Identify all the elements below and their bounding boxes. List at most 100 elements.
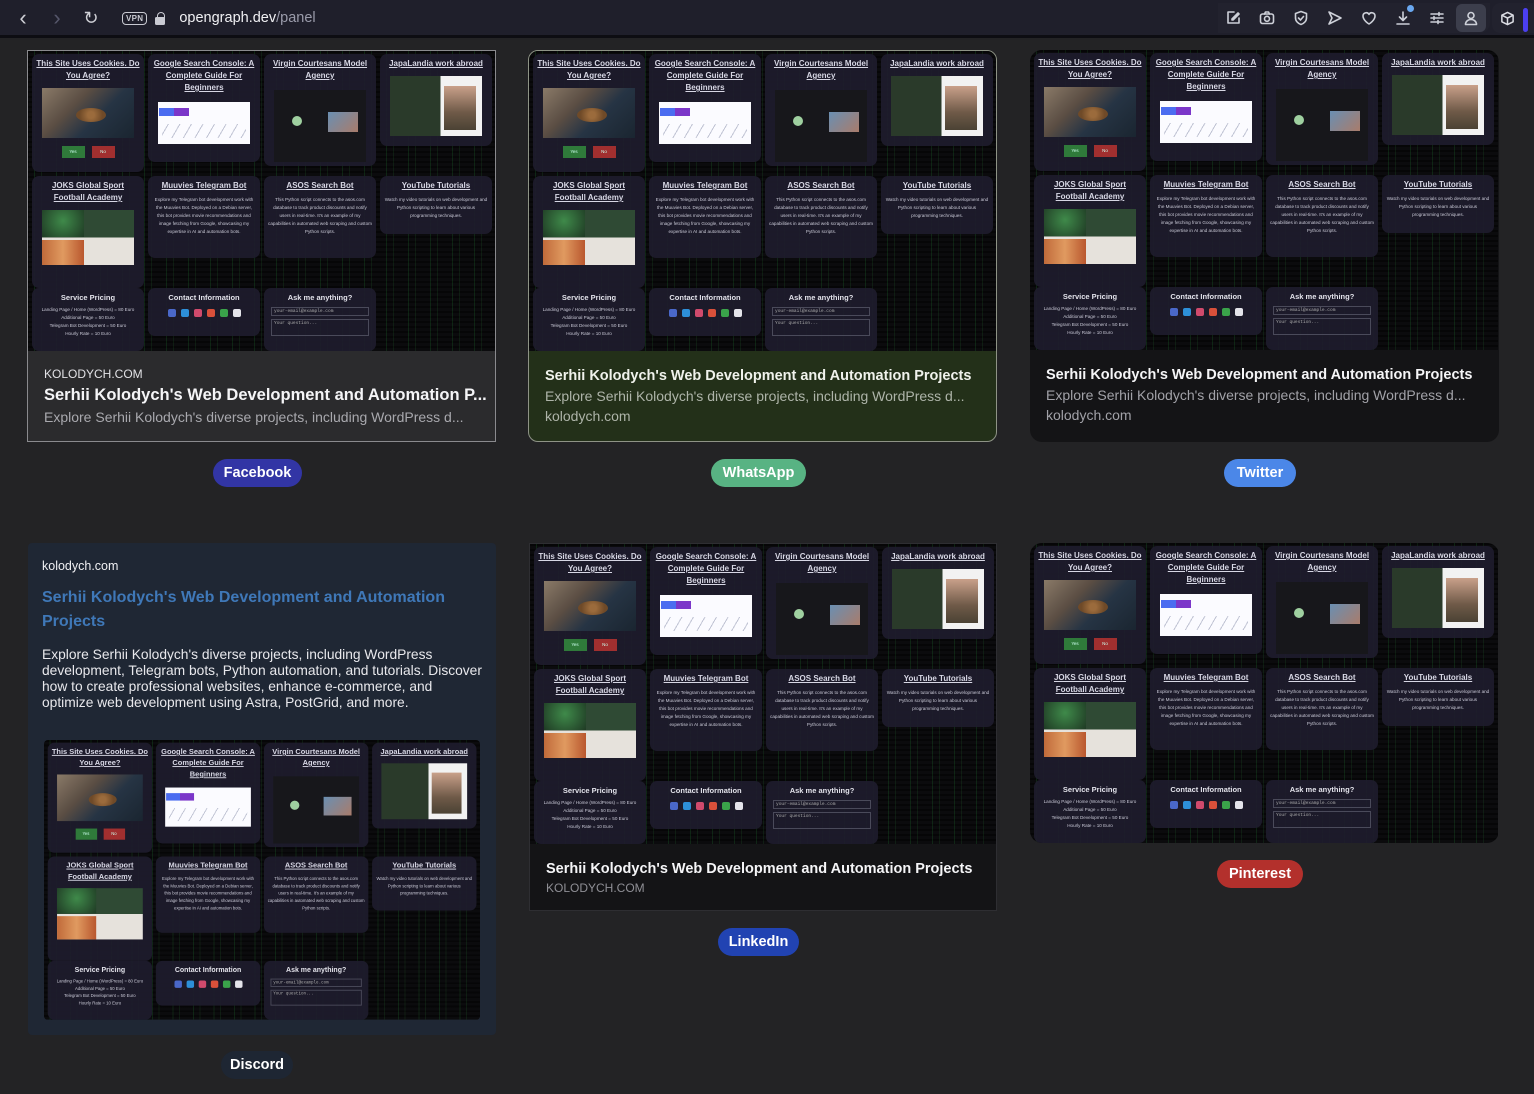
tile-title: ASOS Search Bot	[1288, 180, 1356, 189]
forward-button[interactable]: ›	[40, 3, 74, 33]
tile-title: Muuvies Telegram Bot	[1163, 180, 1249, 189]
tile-title: YouTube Tutorials	[401, 181, 471, 190]
preview-image: This Site Uses Cookies. Do You Agree? Yes…	[28, 51, 495, 351]
site-tile: YouTube Tutorials Watch my video tutorial…	[372, 856, 477, 911]
tile-heading: Contact Information	[669, 293, 741, 302]
instagram-icon	[198, 980, 206, 988]
tile-heading: Service Pricing	[1062, 785, 1118, 794]
discord-preview-card[interactable]: kolodych.com Serhii Kolodych's Web Devel…	[28, 543, 496, 1035]
tile-title: JapaLandia work abroad	[380, 747, 468, 756]
no-button: No	[593, 639, 617, 651]
tile-title: Muuvies Telegram Bot	[662, 181, 748, 190]
browser-toolbar: ‹ › ↻ VPN opengraph.dev/panel	[0, 0, 1534, 38]
facebook-icon	[669, 802, 678, 810]
email-field: your-email@example.com	[772, 307, 870, 316]
site-tile: Service Pricing Landing Page / Home (Word…	[533, 288, 645, 351]
site-tile: Muuvies Telegram Bot Explore my Telegram …	[148, 176, 260, 258]
tile-title: YouTube Tutorials	[902, 181, 972, 190]
site-tile: ASOS Search Bot This Python script connec…	[1266, 668, 1378, 750]
send-button[interactable]	[1320, 4, 1350, 32]
no-button: No	[592, 146, 616, 158]
tile-title: YouTube Tutorials	[392, 861, 457, 870]
vpn-badge[interactable]: VPN	[122, 11, 148, 25]
tile-title: ASOS Search Bot	[284, 861, 348, 870]
settings-button[interactable]	[1422, 4, 1452, 32]
agency-site-image	[274, 90, 366, 162]
facebook-preview-card[interactable]: This Site Uses Cookies. Do You Agree? Yes…	[27, 50, 496, 442]
instagram-icon	[694, 309, 703, 317]
tile-heading: Ask me anything?	[1289, 785, 1355, 794]
tile-title: Virgin Courtesans Model Agency	[773, 59, 869, 80]
gsc-chart-image	[158, 102, 250, 144]
tile-description: Watch my video tutorials on web developm…	[384, 197, 488, 218]
tile-title: Muuvies Telegram Bot	[161, 181, 247, 190]
tile-heading: Service Pricing	[74, 965, 126, 974]
tile-title: Google Search Console: A Complete Guide …	[1155, 551, 1257, 584]
whatsapp-preview-card[interactable]: This Site Uses Cookies. Do You Agree? Yes…	[528, 50, 997, 442]
tile-title: This Site Uses Cookies. Do You Agree?	[1038, 551, 1142, 572]
edit-icon	[1227, 11, 1240, 24]
yes-button: Yes	[562, 146, 586, 158]
site-tile: This Site Uses Cookies. Do You Agree? Yes…	[533, 54, 645, 172]
tile-heading: Ask me anything?	[1289, 292, 1355, 301]
email-icon	[733, 309, 742, 317]
youtube-icon	[210, 980, 218, 988]
reload-button[interactable]: ↻	[74, 3, 108, 33]
agency-site-image	[775, 90, 867, 162]
address-bar[interactable]: opengraph.dev/panel	[179, 10, 315, 26]
profile-button[interactable]	[1456, 4, 1486, 32]
site-tile: JOKS Global Sport Football Academy	[47, 856, 153, 961]
back-button[interactable]: ‹	[6, 3, 40, 33]
site-tile: Service Pricing Landing Page / Home (Word…	[47, 960, 153, 1020]
preview-image: This Site Uses Cookies. Do You Agree? Yes…	[1030, 50, 1498, 350]
extensions-button[interactable]	[1492, 3, 1534, 33]
site-tile: This Site Uses Cookies. Do You Agree? Yes…	[47, 742, 153, 853]
linkedin-button[interactable]: LinkedIn	[718, 928, 799, 956]
facebook-button[interactable]: Facebook	[213, 459, 302, 487]
download-notification-dot	[1407, 5, 1414, 12]
no-button: No	[1093, 638, 1117, 650]
question-field: Your question...	[772, 319, 870, 336]
og-title[interactable]: Serhii Kolodych's Web Development and Au…	[42, 586, 462, 634]
og-domain: kolodych.com	[1046, 407, 1132, 423]
favorites-button[interactable]	[1354, 4, 1384, 32]
agency-site-image	[273, 776, 360, 844]
whatsapp-icon	[1221, 308, 1230, 316]
pricing-list: Landing Page / Home (WordPress) = 80 Eur…	[1043, 799, 1137, 828]
tile-title: Muuvies Telegram Bot	[168, 861, 248, 870]
tile-title: Virgin Courtesans Model Agency	[774, 552, 870, 573]
yes-button: Yes	[1063, 638, 1087, 650]
email-field: your-email@example.com	[1273, 306, 1371, 315]
downloads-button[interactable]	[1388, 4, 1418, 32]
site-tile: YouTube Tutorials Watch my video tutorial…	[380, 176, 492, 234]
pricing-list: Landing Page / Home (WordPress) = 80 Eur…	[1043, 306, 1137, 335]
edit-button[interactable]	[1218, 4, 1248, 32]
telegram-icon	[1182, 308, 1191, 316]
twitter-preview-card[interactable]: This Site Uses Cookies. Do You Agree? Yes…	[1030, 50, 1499, 442]
pinterest-button[interactable]: Pinterest	[1217, 860, 1303, 888]
twitter-button[interactable]: Twitter	[1224, 459, 1296, 487]
japalandia-image	[891, 76, 983, 136]
sidebar-indicator	[1523, 8, 1528, 32]
forward-icon: ›	[53, 5, 61, 30]
agency-site-image	[1276, 582, 1368, 654]
site-tile: ASOS Search Bot This Python script connec…	[765, 176, 877, 258]
email-icon	[734, 802, 743, 810]
site-tile: Service Pricing Landing Page / Home (Word…	[534, 781, 646, 844]
site-tile: YouTube Tutorials Watch my video tutorial…	[882, 669, 994, 727]
site-tile: JOKS Global Sport Football Academy	[1034, 668, 1146, 780]
og-description: Explore Serhii Kolodych's diverse projec…	[42, 647, 482, 710]
tile-heading: Service Pricing	[60, 293, 116, 302]
screenshot-button[interactable]	[1252, 4, 1282, 32]
site-tile: Google Search Console: A Complete Guide …	[155, 742, 261, 844]
no-button: No	[103, 828, 125, 840]
whatsapp-button[interactable]: WhatsApp	[711, 459, 806, 487]
shield-button[interactable]	[1286, 4, 1316, 32]
site-tile: Virgin Courtesans Model Agency	[263, 742, 369, 848]
og-description: Explore Serhii Kolodych's diverse projec…	[1046, 387, 1466, 403]
discord-button[interactable]: Discord	[221, 1051, 293, 1079]
gsc-chart-image	[660, 595, 752, 637]
linkedin-preview-card[interactable]: This Site Uses Cookies. Do You Agree? Yes…	[529, 543, 997, 911]
pinterest-preview-card[interactable]: This Site Uses Cookies. Do You Agree? Yes…	[1030, 543, 1499, 843]
tile-heading: Service Pricing	[562, 786, 618, 795]
